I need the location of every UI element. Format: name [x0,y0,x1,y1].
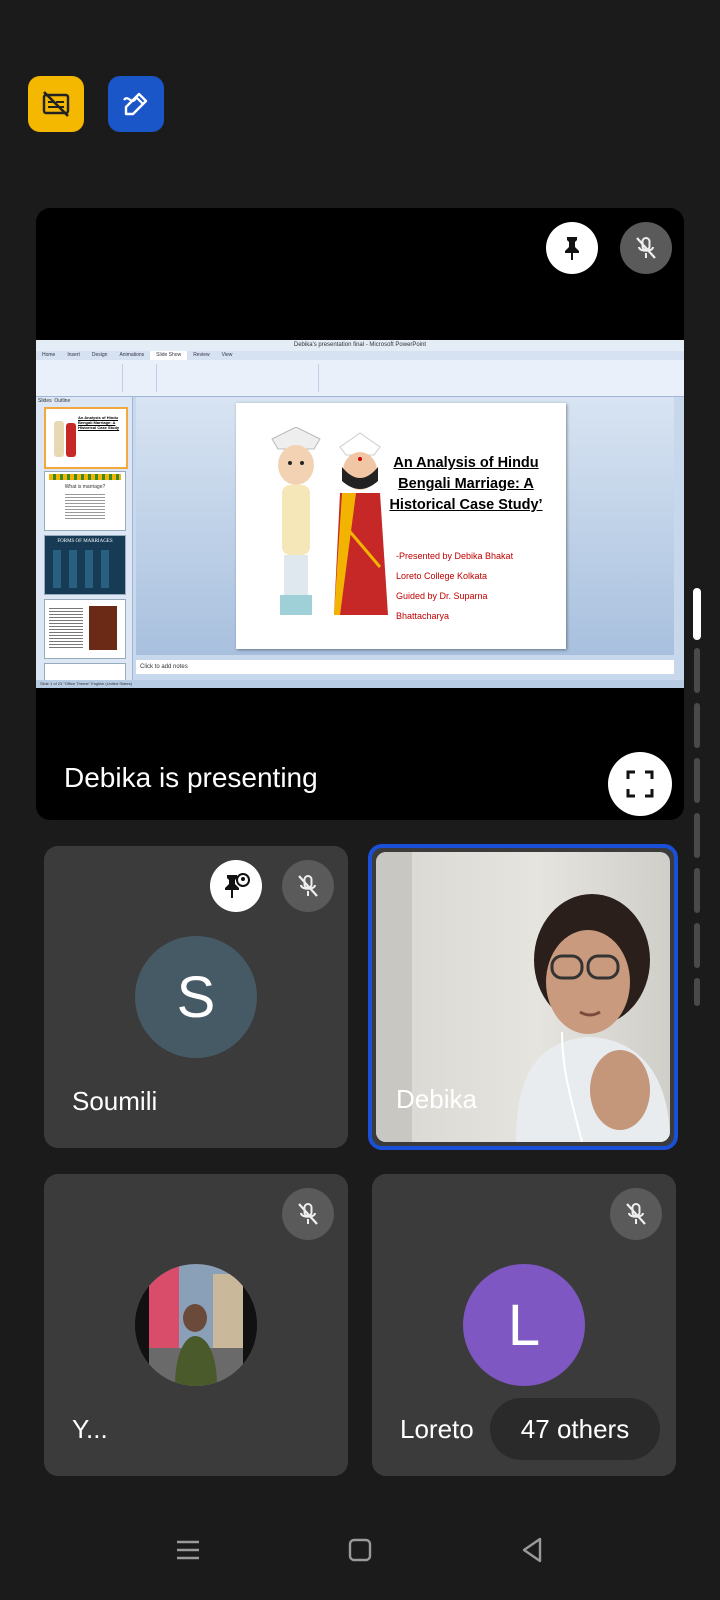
fullscreen-button[interactable] [608,752,672,816]
ppt-notes: Click to add notes [136,660,674,674]
ppt-title-bar: Debika's presentation final - Microsoft … [36,340,684,351]
mic-off-icon [298,1203,318,1225]
panel-tab: Slides [38,398,52,404]
slide-line: -Presented by Debika Bhakat [396,551,514,561]
slide-thumbnail: What is marriage? [44,471,126,531]
slide-line: Guided by Dr. Suparna [396,591,488,601]
others-count-chip[interactable]: 47 others [490,1398,660,1460]
mic-muted-button[interactable] [620,222,672,274]
presenting-label: Debika is presenting [64,762,318,793]
thumb-label: FORMS OF MARRIAGES [57,539,113,544]
captions-button[interactable] [28,76,84,132]
back-icon [522,1537,542,1563]
mic-muted-indicator [282,860,334,912]
slide-thumbnail [44,599,126,659]
slide-line: Loreto College Kolkata [396,571,488,581]
fullscreen-icon [626,770,654,798]
nav-home-button[interactable] [332,1522,388,1578]
profile-photo [135,1264,257,1386]
ppt-tab: Design [91,352,108,358]
slide-title: An Analysis of Hindu Bengali Marriage: A… [389,455,543,513]
slide-line: Bhattacharya [396,611,450,621]
current-slide: An Analysis of Hindu Bengali Marriage: A… [236,403,566,649]
ppt-status-bar: Slide 1 of 23 "Office Theme" English (Un… [36,680,684,688]
scroll-indicator[interactable] [693,588,701,1006]
pin-button[interactable] [210,860,262,912]
mic-off-icon [636,237,656,259]
ppt-tab: Review [193,352,210,358]
nav-back-button[interactable] [504,1522,560,1578]
avatar: L [463,1264,585,1386]
nav-recents-button[interactable] [160,1522,216,1578]
participant-tile-loreto[interactable]: L Loreto 47 others [372,1174,676,1476]
annotate-icon [123,92,148,116]
thumb-label: An Analysis of Hindu Bengali Marriage: A… [78,415,120,430]
mic-off-icon [298,875,318,897]
participant-tile-soumili[interactable]: S Soumili [44,846,348,1148]
ppt-tab: View [221,352,233,358]
captions-off-icon [42,91,70,117]
ppt-tab: Slide Show [150,351,188,360]
participant-tile-y[interactable]: Y... [44,1174,348,1476]
slide-thumbnail: An Analysis of Hindu Bengali Marriage: A… [44,407,128,469]
participant-name: Soumili [72,1086,158,1116]
mic-muted-indicator [282,1188,334,1240]
ppt-ribbon-tabs: Home Insert Design Animations Slide Show Revi… [36,351,684,360]
ppt-ribbon [36,360,684,397]
ppt-tab: Home [42,352,56,358]
ppt-tab: Animations [119,352,145,358]
participant-name: Y... [72,1414,108,1444]
pin-icon [565,237,579,260]
thumb-label: What is marriage? [64,484,106,490]
home-icon [348,1538,372,1562]
ppt-slide-panel: Slides Outline An Analysis of Hindu Beng… [36,397,133,681]
pin-user-icon [225,873,250,898]
annotate-button[interactable] [108,76,164,132]
panel-tab: Outline [54,398,71,404]
avatar: S [135,936,257,1058]
participant-tile-debika[interactable]: Debika [368,844,678,1150]
ppt-tab: Insert [67,352,80,358]
mic-muted-indicator [610,1188,662,1240]
menu-icon [177,1540,199,1560]
pin-button[interactable] [546,222,598,274]
participant-name: Debika [396,1084,477,1114]
shared-screen: Debika's presentation final - Microsoft … [36,340,684,688]
mic-off-icon [626,1203,646,1225]
slide-thumbnail: FORMS OF MARRIAGES [44,535,126,595]
avatar-photo [135,1264,257,1386]
participant-name: Loreto [400,1414,474,1444]
